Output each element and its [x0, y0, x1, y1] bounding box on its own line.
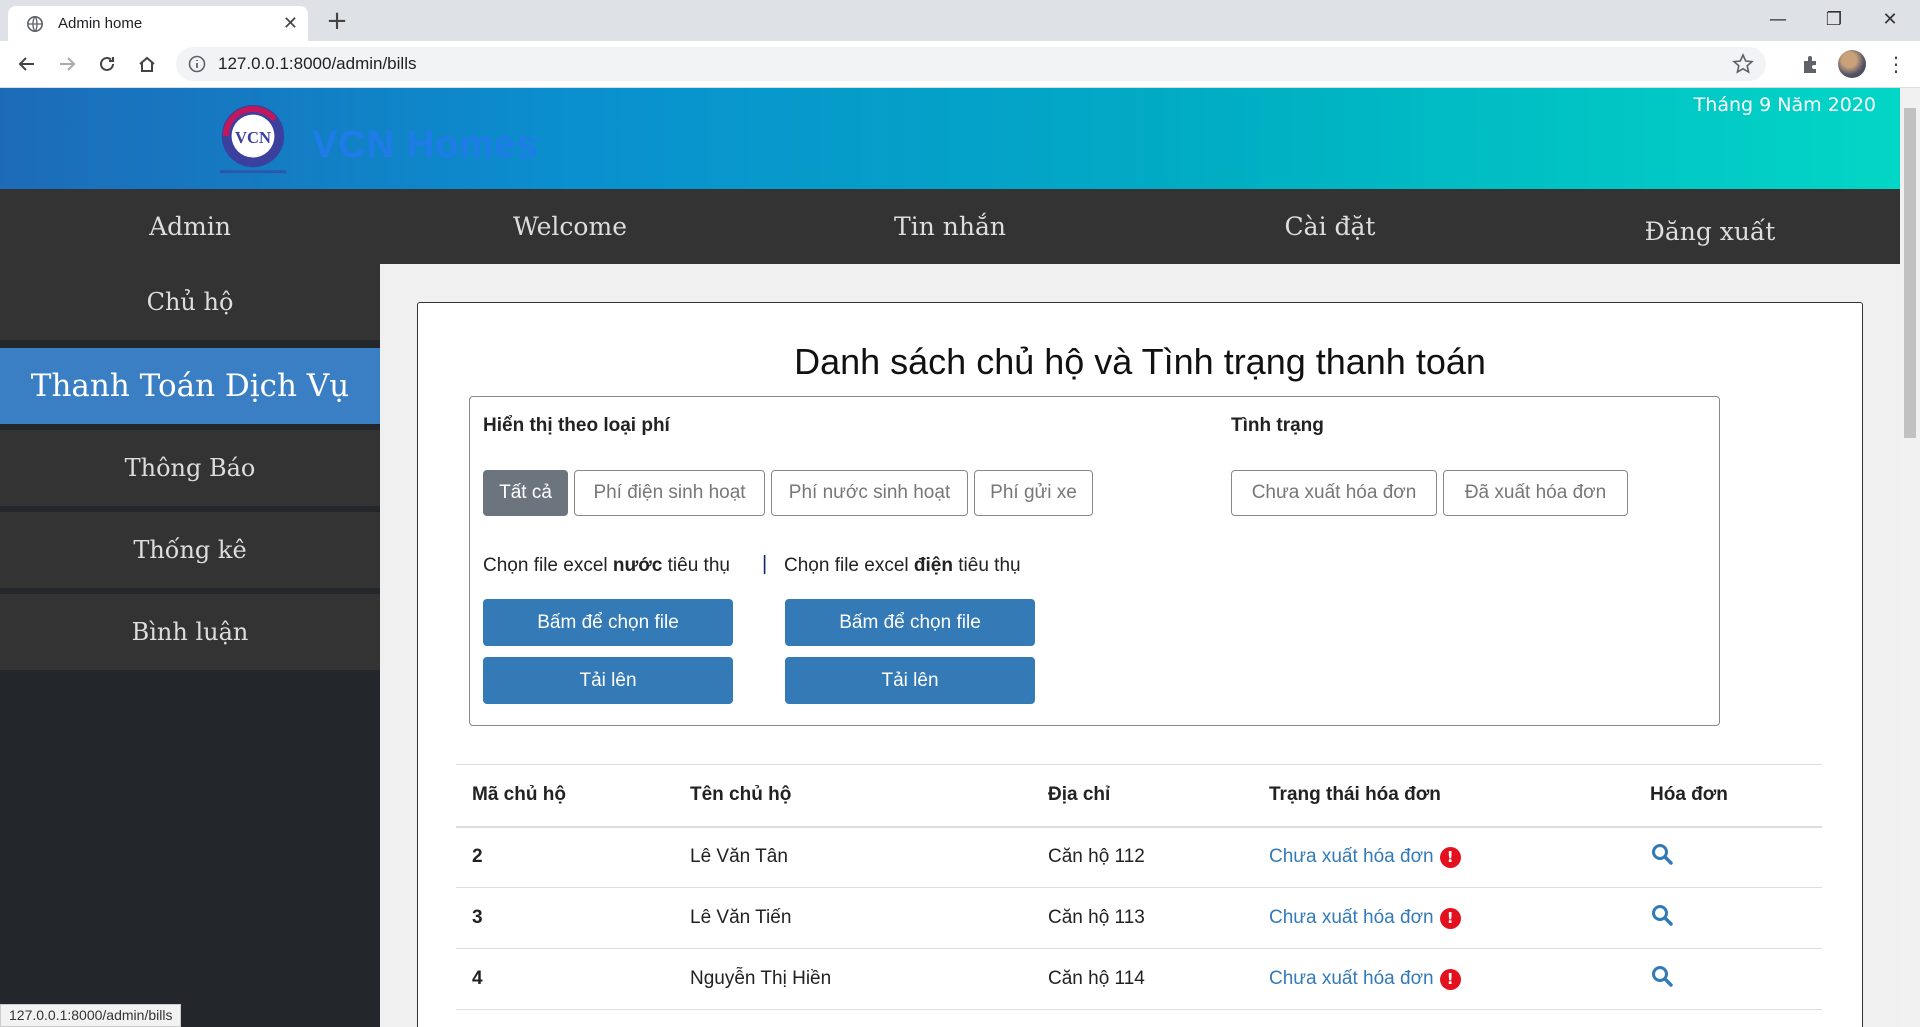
scrollbar-thumb[interactable] [1904, 108, 1916, 438]
top-nav: Admin Welcome Tin nhắn Cài đặt Đăng xuất [0, 189, 1900, 264]
choose-water-file-button[interactable]: Bấm để chọn file [483, 599, 733, 646]
link-status-bar: 127.0.0.1:8000/admin/bills [0, 1004, 182, 1027]
current-date: Tháng 9 Năm 2020 [1693, 94, 1876, 116]
warning-icon: ! [1439, 846, 1461, 868]
filter-water-button[interactable]: Phí nước sinh hoạt [771, 470, 968, 516]
bill-cell [1634, 948, 1822, 1010]
sidebar-item-service-payment[interactable]: Thanh Toán Dịch Vụ [0, 348, 380, 424]
browser-tab-strip: Admin home ✕ + — ❐ ✕ [0, 0, 1920, 41]
filter-all-button[interactable]: Tất cả [483, 470, 568, 516]
status-issued-button[interactable]: Đã xuất hóa đơn [1443, 470, 1628, 516]
browser-tab[interactable]: Admin home ✕ [8, 6, 308, 41]
main-content: Danh sách chủ hộ và Tình trạng thanh toá… [380, 264, 1900, 1027]
web-page: VCN VCN Homes Tháng 9 Năm 2020 Admin Wel… [0, 88, 1900, 1027]
home-icon[interactable] [132, 49, 162, 79]
extensions-icon[interactable] [1800, 53, 1822, 75]
col-header-address: Địa chỉ [1032, 764, 1253, 828]
bills-card: Danh sách chủ hộ và Tình trạng thanh toá… [417, 302, 1863, 1027]
search-icon[interactable] [1650, 964, 1674, 988]
nav-welcome[interactable]: Welcome [380, 189, 760, 264]
back-icon[interactable] [12, 49, 42, 79]
tab-title: Admin home [58, 15, 143, 32]
bill-cell [1634, 826, 1822, 888]
owner-name: Nguyễn Thị Hiền [674, 948, 1032, 1010]
vcn-logo[interactable]: VCN [214, 100, 292, 178]
close-tab-icon[interactable]: ✕ [283, 13, 298, 34]
sidebar-item-statistics[interactable]: Thống kê [0, 512, 380, 588]
col-header-status: Trạng thái hóa đơn [1253, 764, 1634, 828]
bill-status-link[interactable]: Chưa xuất hóa đơn! [1269, 968, 1461, 990]
reload-icon[interactable] [92, 49, 122, 79]
url-field[interactable]: 127.0.0.1:8000/admin/bills [176, 47, 1766, 81]
status-not-issued-button[interactable]: Chưa xuất hóa đơn [1231, 470, 1437, 516]
profile-avatar[interactable] [1838, 50, 1866, 78]
bill-status-cell: Chưa xuất hóa đơn! [1253, 887, 1634, 949]
url-text: 127.0.0.1:8000/admin/bills [218, 54, 417, 73]
filter-parking-button[interactable]: Phí gửi xe [974, 470, 1093, 516]
col-header-name: Tên chủ hộ [674, 764, 1032, 828]
browser-menu-icon[interactable]: ⋮ [1886, 52, 1906, 76]
status-filter-label: Tình trạng [1231, 415, 1324, 436]
choose-electricity-file-button[interactable]: Bấm để chọn file [785, 599, 1035, 646]
owner-address: Căn hộ 114 [1032, 948, 1253, 1010]
close-window-icon[interactable]: ✕ [1862, 0, 1918, 38]
owner-id: 2 [456, 826, 674, 888]
forward-icon[interactable] [52, 49, 82, 79]
bill-status-cell: Chưa xuất hóa đơn! [1253, 948, 1634, 1010]
sidebar-item-owners[interactable]: Chủ hộ [0, 264, 380, 340]
owner-address: Căn hộ 112 [1032, 826, 1253, 888]
bill-status-link[interactable]: Chưa xuất hóa đơn! [1269, 846, 1461, 868]
filter-electricity-button[interactable]: Phí điện sinh hoạt [574, 470, 765, 516]
globe-icon [26, 15, 44, 32]
owner-name: Lê Văn Tân [674, 826, 1032, 888]
info-icon[interactable] [188, 55, 206, 73]
owner-id: 4 [456, 948, 674, 1010]
col-header-id: Mã chủ hộ [456, 764, 674, 828]
nav-settings[interactable]: Cài đặt [1140, 189, 1520, 264]
page-title: Danh sách chủ hộ và Tình trạng thanh toá… [794, 341, 1486, 382]
bill-cell [1634, 887, 1822, 949]
bookmark-star-icon[interactable] [1732, 53, 1754, 75]
minimize-icon[interactable]: — [1750, 0, 1806, 38]
nav-logout[interactable]: Đăng xuất [1520, 189, 1900, 264]
brand-name[interactable]: VCN Homes [312, 124, 539, 167]
filter-panel: Hiển thị theo loại phí Tình trạng Tất cả… [469, 396, 1720, 726]
sidebar-item-comments[interactable]: Bình luận [0, 594, 380, 670]
owner-address: Căn hộ 113 [1032, 887, 1253, 949]
site-header: VCN VCN Homes Tháng 9 Năm 2020 [0, 88, 1900, 189]
owner-id: 3 [456, 887, 674, 949]
search-icon[interactable] [1650, 903, 1674, 927]
sidebar-item-notifications[interactable]: Thông Báo [0, 430, 380, 506]
sidebar: Chủ hộ Thanh Toán Dịch Vụ Thông Báo Thốn… [0, 264, 380, 1027]
col-header-bill: Hóa đơn [1634, 764, 1822, 828]
bills-table: Mã chủ hộ Tên chủ hộ Địa chỉ Trạng thái … [456, 764, 1822, 1010]
nav-messages[interactable]: Tin nhắn [760, 189, 1140, 264]
upload-electricity-button[interactable]: Tải lên [785, 657, 1035, 704]
water-file-label: Chọn file excel nước tiêu thụ [483, 555, 730, 576]
search-icon[interactable] [1650, 842, 1674, 866]
new-tab-icon[interactable]: + [322, 6, 352, 36]
owner-name: Lê Văn Tiến [674, 887, 1032, 949]
table-row: 4 Nguyễn Thị Hiền Căn hộ 114 Chưa xuất h… [456, 948, 1822, 1010]
warning-icon: ! [1439, 907, 1461, 929]
restore-icon[interactable]: ❐ [1806, 0, 1862, 38]
fee-filter-label: Hiển thị theo loại phí [483, 415, 670, 436]
electricity-file-label: Chọn file excel điện tiêu thụ [784, 555, 1021, 576]
page-scrollbar[interactable] [1900, 88, 1920, 1027]
bill-status-cell: Chưa xuất hóa đơn! [1253, 826, 1634, 888]
warning-icon: ! [1439, 968, 1461, 990]
nav-admin[interactable]: Admin [0, 189, 380, 264]
file-separator: | [762, 553, 768, 575]
table-row: 2 Lê Văn Tân Căn hộ 112 Chưa xuất hóa đơ… [456, 826, 1822, 888]
logo-text: VCN [235, 128, 271, 147]
table-row: 3 Lê Văn Tiến Căn hộ 113 Chưa xuất hóa đ… [456, 887, 1822, 949]
table-header-row: Mã chủ hộ Tên chủ hộ Địa chỉ Trạng thái … [456, 764, 1822, 828]
address-bar: 127.0.0.1:8000/admin/bills [0, 41, 1920, 88]
upload-water-button[interactable]: Tải lên [483, 657, 733, 704]
bill-status-link[interactable]: Chưa xuất hóa đơn! [1269, 907, 1461, 929]
